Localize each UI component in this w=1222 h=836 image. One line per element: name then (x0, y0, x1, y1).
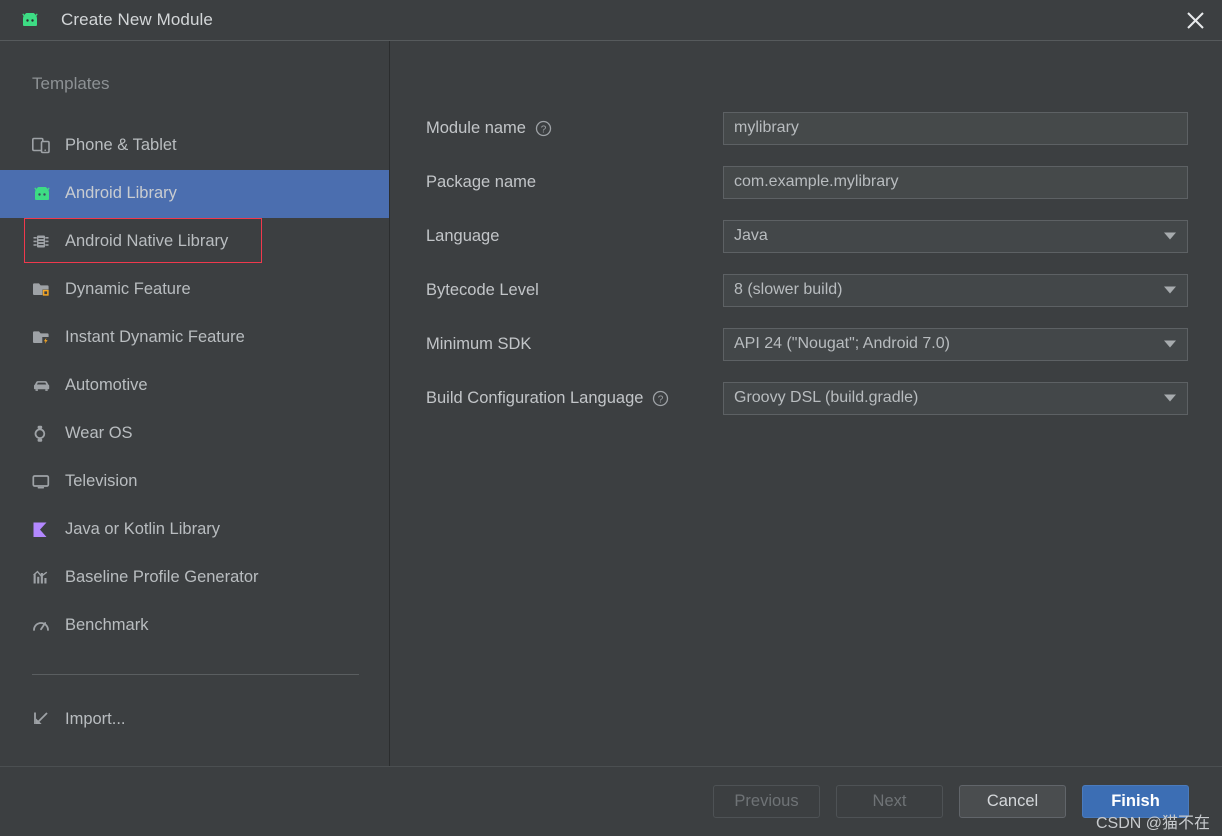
sidebar-item-label: Phone & Tablet (65, 136, 177, 155)
form-row-language: Language Java (426, 209, 1188, 263)
speedometer-icon (32, 616, 54, 636)
close-icon[interactable] (1178, 4, 1212, 36)
label-text: Language (426, 226, 500, 245)
form-row-bytecode-level: Bytecode Level 8 (slower build) (426, 263, 1188, 317)
sidebar-item-baseline-profile-generator[interactable]: Baseline Profile Generator (0, 554, 389, 602)
chevron-down-icon (1164, 340, 1176, 348)
sidebar-item-label: Instant Dynamic Feature (65, 328, 245, 347)
import-label: Import... (65, 709, 126, 728)
sidebar-item-automotive[interactable]: Automotive (0, 362, 389, 410)
label-text: Package name (426, 172, 537, 191)
sidebar-item-import[interactable]: Import... (0, 697, 389, 742)
sidebar-item-label: Automotive (65, 376, 148, 395)
language-select[interactable]: Java (723, 219, 1188, 253)
car-icon (32, 376, 54, 396)
dialog-body: Templates Phone & Tablet Android Library… (0, 41, 1222, 767)
television-icon (32, 472, 54, 492)
finish-button[interactable]: Finish (1082, 785, 1189, 818)
field-label: Package name (426, 173, 723, 192)
help-icon[interactable]: ? (652, 390, 669, 407)
watch-icon (32, 424, 54, 444)
sidebar-item-label: Java or Kotlin Library (65, 520, 220, 539)
chevron-down-icon (1164, 286, 1176, 294)
module-form: Module name ? mylibrary Package name com… (390, 41, 1222, 766)
sidebar-divider (32, 673, 359, 675)
create-new-module-dialog: Create New Module Templates Phone & Tabl… (0, 0, 1222, 836)
field-label: Language (426, 227, 723, 246)
title-bar: Create New Module (0, 0, 1222, 41)
phone-tablet-icon (32, 136, 54, 156)
sidebar-item-label: Dynamic Feature (65, 280, 191, 299)
minimum-sdk-select[interactable]: API 24 ("Nougat"; Android 7.0) (723, 327, 1188, 361)
templates-list: Phone & Tablet Android Library Android N… (0, 122, 389, 650)
sidebar-item-label: Wear OS (65, 424, 133, 443)
templates-header: Templates (32, 74, 110, 93)
label-text: Minimum SDK (426, 334, 532, 353)
sidebar-item-android-library[interactable]: Android Library (0, 169, 389, 218)
sidebar-item-label: Android Library (65, 184, 177, 203)
folder-lightning-icon (32, 328, 54, 348)
chevron-down-icon (1164, 394, 1176, 402)
sidebar-item-dynamic-feature[interactable]: Dynamic Feature (0, 266, 389, 314)
svg-text:?: ? (541, 124, 547, 135)
field-label: Bytecode Level (426, 281, 723, 300)
form-row-minimum-sdk: Minimum SDK API 24 ("Nougat"; Android 7.… (426, 317, 1188, 371)
sidebar-item-java-or-kotlin-library[interactable]: Java or Kotlin Library (0, 506, 389, 554)
sidebar-item-label: Android Native Library (65, 232, 229, 251)
sidebar-item-television[interactable]: Television (0, 458, 389, 506)
dialog-footer: Previous Next Cancel Finish CSDN @猫不在 (0, 767, 1222, 836)
package-name-input[interactable]: com.example.mylibrary (723, 165, 1188, 199)
module-name-input[interactable]: mylibrary (723, 111, 1188, 145)
sidebar-item-label: Baseline Profile Generator (65, 568, 259, 587)
sidebar-item-label: Benchmark (65, 616, 149, 635)
field-label: Build Configuration Language ? (426, 389, 723, 408)
form-row-build-config-language: Build Configuration Language ? Groovy DS… (426, 371, 1188, 425)
bytecode-level-select[interactable]: 8 (slower build) (723, 273, 1188, 307)
folder-module-icon (32, 280, 54, 300)
form-row-module-name: Module name ? mylibrary (426, 101, 1188, 155)
sidebar-item-instant-dynamic-feature[interactable]: Instant Dynamic Feature (0, 314, 389, 362)
previous-button[interactable]: Previous (713, 785, 820, 818)
templates-sidebar: Templates Phone & Tablet Android Library… (0, 41, 390, 766)
kotlin-icon (32, 520, 54, 540)
sidebar-item-benchmark[interactable]: Benchmark (0, 602, 389, 650)
baseline-profile-icon (32, 568, 54, 588)
bytecode-level-value: 8 (slower build) (734, 281, 843, 298)
build-config-language-value: Groovy DSL (build.gradle) (734, 389, 919, 406)
chevron-down-icon (1164, 232, 1176, 240)
form-row-package-name: Package name com.example.mylibrary (426, 155, 1188, 209)
minimum-sdk-value: API 24 ("Nougat"; Android 7.0) (734, 335, 950, 352)
label-text: Bytecode Level (426, 280, 539, 299)
page-title: Create New Module (61, 10, 213, 29)
sidebar-item-wear-os[interactable]: Wear OS (0, 410, 389, 458)
next-button[interactable]: Next (836, 785, 943, 818)
android-robot-icon (19, 9, 41, 31)
help-icon[interactable]: ? (535, 120, 552, 137)
build-config-language-select[interactable]: Groovy DSL (build.gradle) (723, 381, 1188, 415)
sidebar-item-label: Television (65, 472, 138, 491)
field-label: Module name ? (426, 119, 723, 138)
sidebar-item-phone-tablet[interactable]: Phone & Tablet (0, 122, 389, 170)
field-label: Minimum SDK (426, 335, 723, 354)
label-text: Module name (426, 118, 526, 137)
svg-text:?: ? (658, 394, 664, 405)
chip-icon (32, 232, 54, 252)
android-robot-icon (32, 184, 54, 204)
cancel-button[interactable]: Cancel (959, 785, 1066, 818)
label-text: Build Configuration Language (426, 388, 644, 407)
language-value: Java (734, 227, 768, 244)
import-arrow-icon (32, 709, 54, 729)
sidebar-item-android-native-library[interactable]: Android Native Library (0, 218, 389, 266)
